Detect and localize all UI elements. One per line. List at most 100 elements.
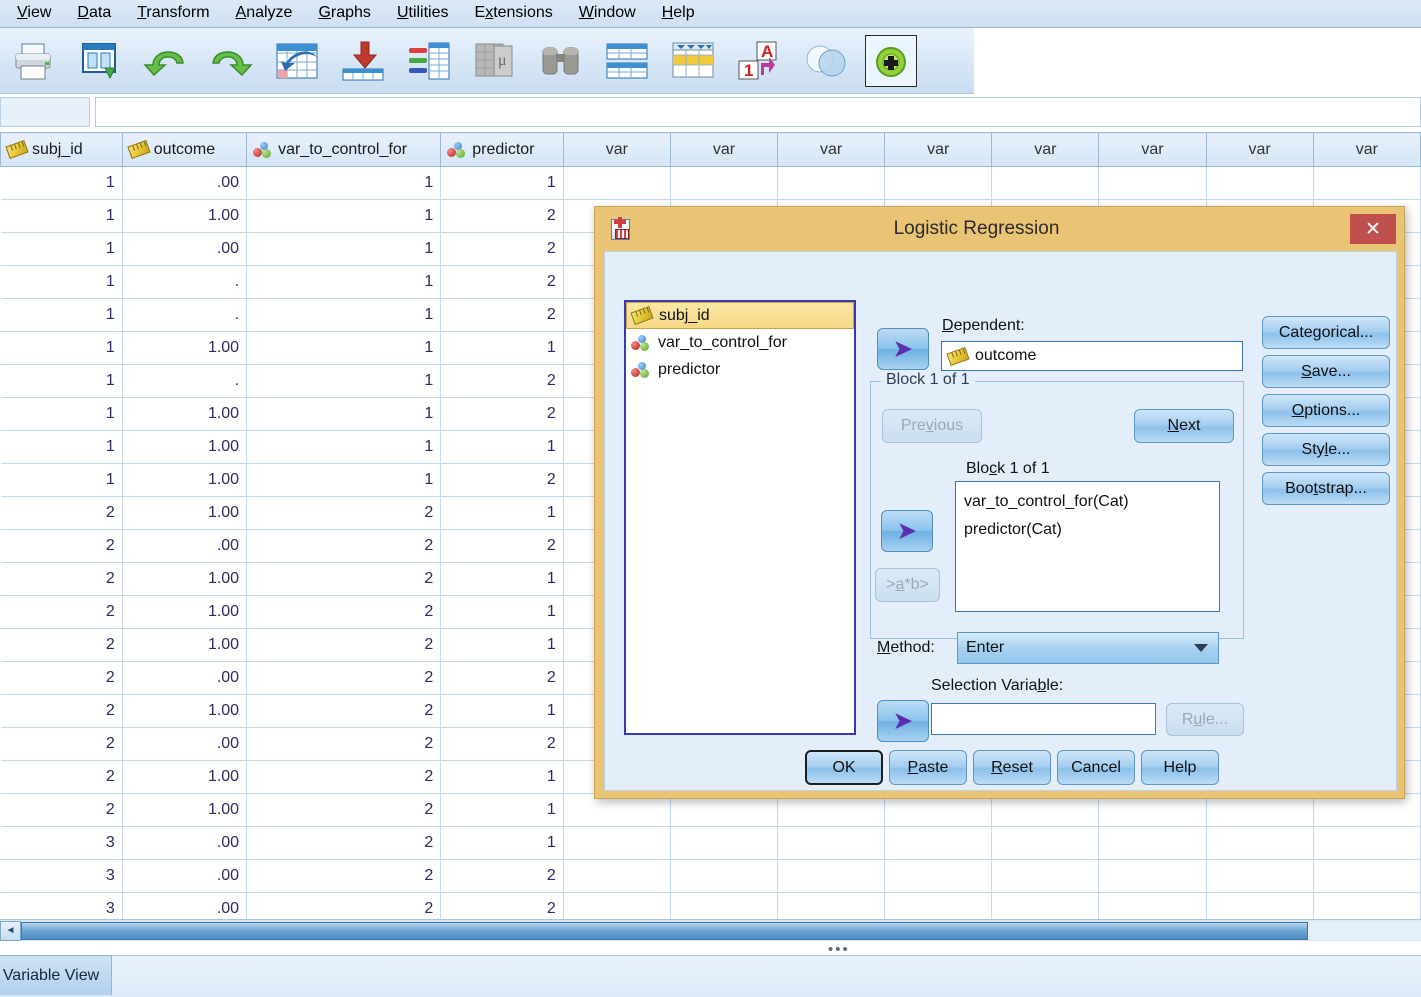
table-row[interactable]: 1.00 1 1 (0, 166, 1421, 200)
menu-item-utilities[interactable]: Utilities (384, 1, 462, 26)
cell-value-input[interactable] (95, 97, 1421, 127)
source-variable-predictor[interactable]: predictor (626, 356, 854, 383)
cell-predictor[interactable]: 2 (440, 298, 564, 332)
move-to-covariates-button[interactable]: ➤ (881, 510, 933, 552)
cell-subj_id[interactable]: 1 (0, 199, 123, 233)
cell-outcome[interactable]: .00 (122, 727, 248, 761)
column-header-var[interactable]: var (884, 132, 993, 167)
cell-empty[interactable] (1098, 892, 1207, 919)
cell-predictor[interactable]: 2 (440, 661, 564, 695)
cell-outcome[interactable]: 1.00 (122, 331, 248, 365)
move-to-dependent-button[interactable]: ➤ (877, 328, 929, 370)
cell-outcome[interactable]: .00 (122, 529, 248, 563)
cell-outcome[interactable]: 1.00 (122, 397, 248, 431)
menu-item-data[interactable]: Data (64, 1, 124, 26)
cell-empty[interactable] (563, 859, 671, 893)
cell-predictor[interactable]: 1 (440, 331, 564, 365)
cell-outcome[interactable]: 1.00 (122, 694, 248, 728)
cell-var_to_control_for[interactable]: 2 (246, 859, 442, 893)
cell-predictor[interactable]: 1 (440, 826, 564, 860)
cell-subj_id[interactable]: 2 (0, 661, 123, 695)
cell-var_to_control_for[interactable]: 2 (246, 892, 442, 919)
cell-predictor[interactable]: 2 (440, 892, 564, 919)
cell-subj_id[interactable]: 1 (0, 463, 123, 497)
variables-icon[interactable] (396, 31, 462, 91)
split-file-icon[interactable] (66, 31, 132, 91)
cell-var_to_control_for[interactable]: 1 (246, 199, 442, 233)
menu-item-window[interactable]: Window (566, 1, 649, 26)
cell-outcome[interactable]: .00 (122, 661, 248, 695)
cell-var_to_control_for[interactable]: 1 (246, 265, 442, 299)
cell-empty[interactable] (670, 826, 779, 860)
cell-var_to_control_for[interactable]: 1 (246, 397, 442, 431)
cell-outcome[interactable]: 1.00 (122, 595, 248, 629)
cell-var_to_control_for[interactable]: 2 (246, 661, 442, 695)
cell-empty[interactable] (777, 892, 886, 919)
cell-empty[interactable] (1206, 166, 1314, 200)
cell-outcome[interactable]: .00 (122, 892, 248, 919)
menu-item-graphs[interactable]: Graphs (305, 1, 383, 26)
use-variable-sets-icon[interactable] (792, 31, 858, 91)
cell-empty[interactable] (777, 166, 886, 200)
cell-empty[interactable] (991, 859, 1100, 893)
cell-var_to_control_for[interactable]: 1 (246, 364, 442, 398)
cell-predictor[interactable]: 2 (440, 397, 564, 431)
cell-empty[interactable] (563, 892, 671, 919)
cell-subj_id[interactable]: 1 (0, 430, 123, 464)
column-header-var[interactable]: var (777, 132, 886, 167)
cell-var_to_control_for[interactable]: 1 (246, 232, 442, 266)
column-header-var_to_control_for[interactable]: var_to_control_for (246, 132, 442, 167)
cell-subj_id[interactable]: 2 (0, 694, 123, 728)
method-dropdown[interactable]: Enter (957, 632, 1219, 664)
reset-button[interactable]: Reset (973, 750, 1051, 785)
cell-predictor[interactable]: 1 (440, 760, 564, 794)
cell-predictor[interactable]: 2 (440, 199, 564, 233)
value-labels-icon[interactable]: A 1 (726, 31, 792, 91)
cell-empty[interactable] (884, 892, 993, 919)
cell-subj_id[interactable]: 1 (0, 265, 123, 299)
table-row[interactable]: 3.00 2 1 (0, 826, 1421, 860)
cell-predictor[interactable]: 1 (440, 496, 564, 530)
cell-outcome[interactable]: .00 (122, 859, 248, 893)
close-icon[interactable]: ✕ (1350, 214, 1396, 244)
column-header-var[interactable]: var (669, 132, 779, 167)
cell-subj_id[interactable]: 2 (0, 793, 123, 827)
cell-empty[interactable] (1098, 859, 1207, 893)
column-header-var[interactable]: var (1205, 132, 1314, 167)
cell-var_to_control_for[interactable]: 2 (246, 595, 442, 629)
cell-predictor[interactable]: 2 (440, 265, 564, 299)
cell-predictor[interactable]: 2 (440, 364, 564, 398)
print-icon[interactable] (0, 31, 66, 91)
cell-outcome[interactable]: 1.00 (122, 496, 248, 530)
scroll-left-arrow-icon[interactable]: ◄ (0, 920, 21, 941)
cell-subj_id[interactable]: 2 (0, 496, 123, 530)
cell-subj_id[interactable]: 2 (0, 562, 123, 596)
cell-var_to_control_for[interactable]: 2 (246, 826, 442, 860)
cell-var_to_control_for[interactable]: 1 (246, 298, 442, 332)
covariates-list[interactable]: var_to_control_for(Cat) predictor(Cat) (955, 481, 1220, 612)
cell-var_to_control_for[interactable]: 2 (246, 760, 442, 794)
column-header-var[interactable]: var (562, 132, 671, 167)
cell-outcome[interactable]: 1.00 (122, 430, 248, 464)
cell-empty[interactable] (1313, 892, 1421, 919)
show-all-variables-icon[interactable] (865, 34, 917, 87)
cell-outcome[interactable]: 1.00 (122, 562, 248, 596)
cell-empty[interactable] (884, 826, 993, 860)
options-button[interactable]: Options... (1262, 394, 1390, 427)
scrollbar-thumb[interactable] (21, 921, 1308, 940)
cancel-button[interactable]: Cancel (1057, 750, 1135, 785)
cell-empty[interactable] (563, 166, 671, 200)
cell-outcome[interactable]: 1.00 (122, 628, 248, 662)
cell-var_to_control_for[interactable]: 2 (246, 529, 442, 563)
cell-var_to_control_for[interactable]: 2 (246, 562, 442, 596)
cell-empty[interactable] (777, 859, 886, 893)
cell-predictor[interactable]: 1 (440, 562, 564, 596)
cell-subj_id[interactable]: 3 (0, 826, 123, 860)
cell-subj_id[interactable]: 2 (0, 628, 123, 662)
cell-predictor[interactable]: 1 (440, 694, 564, 728)
weight-cases-icon[interactable] (660, 31, 726, 91)
menu-item-transform[interactable]: Transform (124, 1, 222, 26)
menu-item-help[interactable]: Help (649, 1, 708, 26)
cell-predictor[interactable]: 1 (440, 430, 564, 464)
cell-empty[interactable] (1206, 859, 1314, 893)
